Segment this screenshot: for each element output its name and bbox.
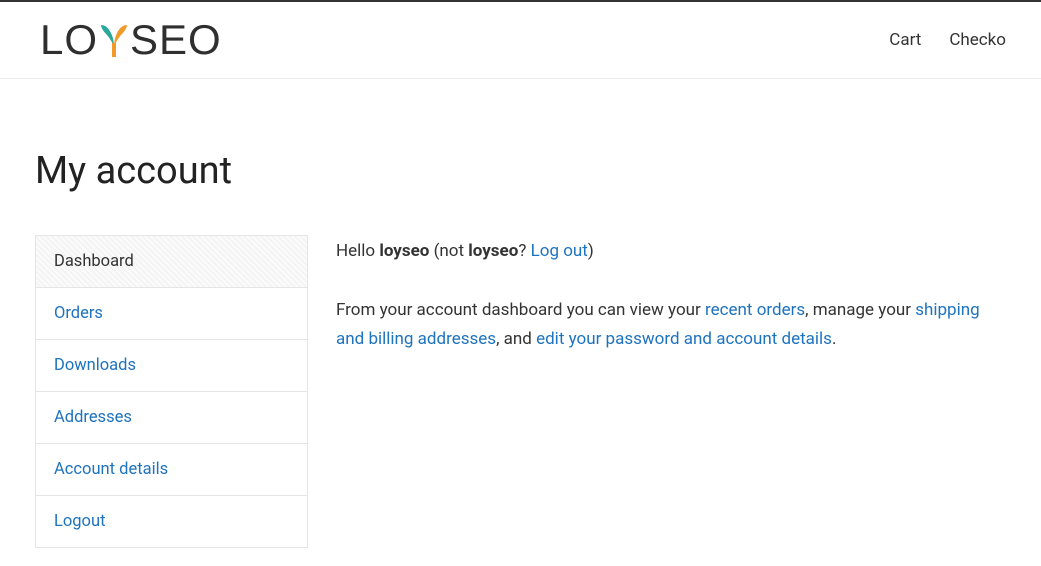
sidebar-item-orders[interactable]: Orders: [36, 288, 307, 340]
greeting-not-suffix: ?: [518, 241, 530, 261]
body-p4: .: [832, 329, 836, 349]
account-nav-sidebar: Dashboard Orders Downloads Addresses Acc…: [35, 235, 308, 548]
sidebar-item-downloads[interactable]: Downloads: [36, 340, 307, 392]
nav-checkout[interactable]: Checko: [949, 30, 1006, 50]
greeting-username: loyseo: [379, 241, 429, 261]
body-p1: From your account dashboard you can view…: [336, 300, 705, 320]
dashboard-content: Hello loyseo (not loyseo? Log out) From …: [336, 235, 1006, 548]
greeting-username2: loyseo: [468, 241, 518, 261]
greeting-close: ): [588, 241, 594, 261]
greeting-hello: Hello: [336, 241, 379, 261]
logout-link[interactable]: Log out: [531, 241, 588, 261]
logo-right: SEO: [130, 16, 222, 64]
main-content: My account Dashboard Orders Downloads Ad…: [0, 79, 1041, 548]
site-header: LO SEO Cart Checko: [0, 2, 1041, 79]
greeting-not-prefix: (not: [429, 241, 468, 261]
body-p2: , manage your: [805, 300, 915, 320]
page-title: My account: [35, 149, 1006, 193]
sidebar-item-logout[interactable]: Logout: [36, 496, 307, 547]
dashboard-description: From your account dashboard you can view…: [336, 296, 1006, 354]
site-logo[interactable]: LO SEO: [40, 16, 222, 64]
recent-orders-link[interactable]: recent orders: [705, 300, 805, 320]
logo-y-icon: [96, 21, 132, 59]
greeting-line: Hello loyseo (not loyseo? Log out): [336, 237, 1006, 266]
sidebar-item-dashboard[interactable]: Dashboard: [36, 236, 307, 288]
nav-cart[interactable]: Cart: [889, 30, 921, 50]
logo-text: LO SEO: [40, 16, 222, 64]
sidebar-item-addresses[interactable]: Addresses: [36, 392, 307, 444]
content-wrap: Dashboard Orders Downloads Addresses Acc…: [35, 235, 1006, 548]
logo-left: LO: [40, 16, 98, 64]
header-nav: Cart Checko: [889, 30, 1006, 50]
body-p3: , and: [496, 329, 536, 349]
sidebar-item-account-details[interactable]: Account details: [36, 444, 307, 496]
edit-details-link[interactable]: edit your password and account details: [536, 329, 832, 349]
